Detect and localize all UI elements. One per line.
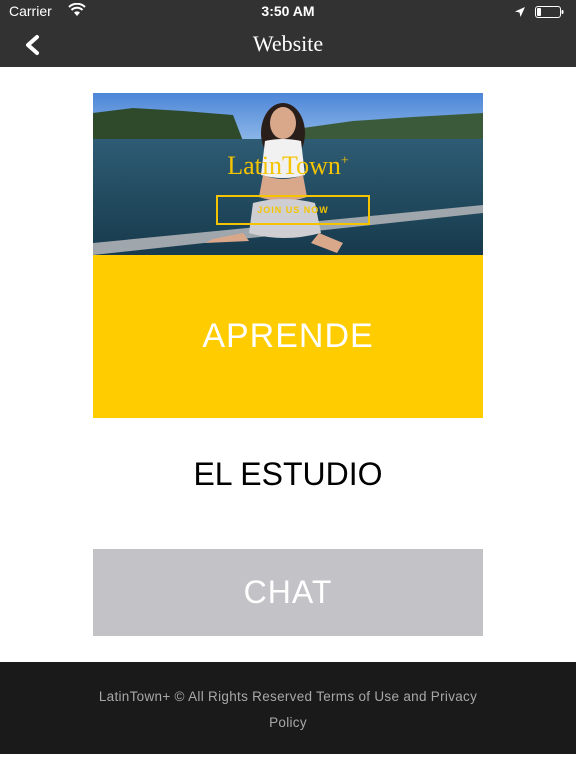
page-title: Website [252,31,324,56]
footer-copyright-text: LatinTown+ © All Rights Reserved Terms o… [98,689,478,730]
aprende-button[interactable]: APRENDE [93,255,483,418]
chat-button[interactable]: CHAT [93,549,483,636]
footer: LatinTown+ © All Rights Reserved Terms o… [0,662,576,754]
location-icon [514,5,526,21]
navigation-bar: Website [0,22,576,67]
battery-icon [535,5,565,21]
banner-logo-text: LatinTown [227,151,341,180]
el-estudio-link[interactable]: EL ESTUDIO [0,456,576,493]
banner-logo-plus: + [340,153,349,169]
latintown-banner[interactable]: LatinTown+ JOIN US NOW [93,93,483,255]
join-us-now-button[interactable]: JOIN US NOW [216,195,370,225]
status-time: 3:50 AM [261,3,315,19]
aprende-label: APRENDE [202,317,374,355]
chat-label: CHAT [243,574,333,610]
banner-logo: LatinTown+ [93,151,483,181]
status-bar: Carrier 3:50 AM [0,0,576,22]
